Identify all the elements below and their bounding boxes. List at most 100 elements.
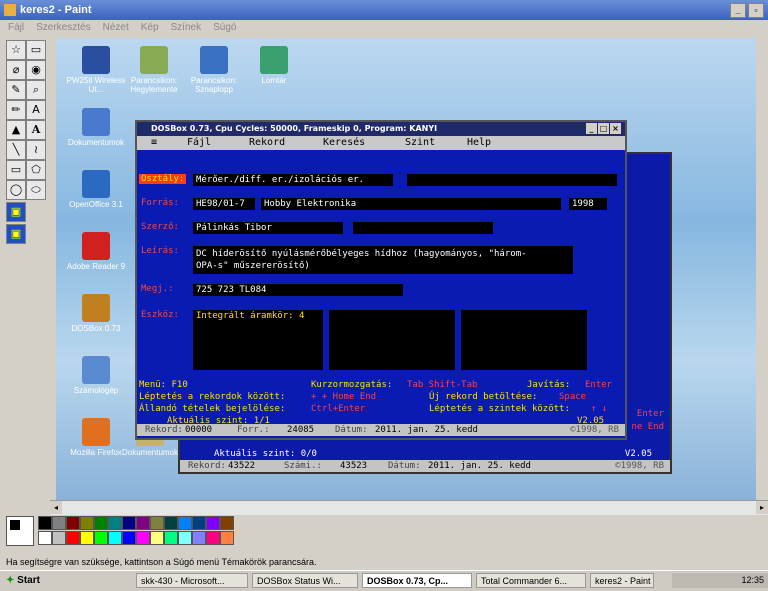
osztaly-field[interactable]: Mérőer./diff. er./izolációs er. [193,174,393,186]
eraser-tool-icon[interactable]: ⌀ [6,60,26,80]
palette-swatch[interactable] [206,516,220,530]
dosbox-menu-file[interactable]: Fájl [187,136,211,150]
task-paint[interactable]: keres2 - Paint [590,573,654,588]
palette-swatch[interactable] [66,516,80,530]
maximize-button[interactable]: ▫ [748,3,764,18]
dosbox-menu-record[interactable]: Rekord [249,136,285,150]
dosbox-menu-level[interactable]: Szint [405,136,435,150]
taskbar: ✦ Start skk-430 - Microsoft... DOSBox St… [0,570,768,591]
curve-tool-icon[interactable]: ≀ [26,140,46,160]
dosbox-maximize-button[interactable]: □ [598,123,609,134]
desktop-icon[interactable]: Parancsikon: Sznaplopp [180,46,248,94]
task-dosbox-status[interactable]: DOSBox Status Wi... [252,573,358,588]
desktop-icon[interactable]: Számológép [62,356,130,395]
task-dosbox[interactable]: DOSBox 0.73, Cp... [362,573,472,588]
palette-swatch[interactable] [136,516,150,530]
select-tool-icon[interactable]: ▭ [26,40,46,60]
rounded-rect-tool-icon[interactable]: ⬭ [26,180,46,200]
palette-swatch[interactable] [150,531,164,545]
leiras-field[interactable]: DC híderösítő nyúlásmérőbélyeges hídhoz … [193,246,573,274]
task-word[interactable]: skk-430 - Microsoft... [136,573,248,588]
palette-swatch[interactable] [66,531,80,545]
menu-colors[interactable]: Színek [171,20,202,36]
desktop-icon[interactable]: DOSBox 0.73 [62,294,130,333]
dosbox-menu-help[interactable]: Help [467,136,491,150]
palette-swatch[interactable] [178,531,192,545]
megj-field[interactable]: 725 723 TL084 [193,284,403,296]
scroll-right-arrow-icon[interactable]: ▸ [756,501,768,514]
dosbox-menu-system[interactable]: ≡ [151,136,157,150]
palette-swatch[interactable] [122,531,136,545]
ellipse-tool-icon[interactable]: ◯ [6,180,26,200]
dosbox-title-bar: DOSBox 0.73, Cpu Cycles: 50000, Frameski… [137,122,625,136]
eszkoz-field-3[interactable] [461,310,587,370]
year-field[interactable]: 1998 [569,198,607,210]
current-colors-box[interactable] [6,516,34,546]
palette-swatch[interactable] [38,531,52,545]
desktop-icon-label: Adobe Reader 9 [66,262,126,271]
szerzo-field[interactable]: Pálinkás Tibor [193,222,343,234]
paint-canvas[interactable]: PW25tl Wireless Ut... Parancsikon: Hegyle… [56,38,756,500]
palette-swatch[interactable] [52,516,66,530]
dosbox-menu-search[interactable]: Keresés [323,136,365,150]
forras-code-field[interactable]: HE98/01-7 [193,198,255,210]
desktop-icon[interactable]: Parancsikon: Hegylemente [120,46,188,94]
palette-swatch[interactable] [136,531,150,545]
desktop-icon[interactable]: Lomtár [240,46,308,85]
palette-swatch[interactable] [164,531,178,545]
forras-name-field[interactable]: Hobby Elektronika [261,198,561,210]
free-select-tool-icon[interactable]: ☆ [6,40,26,60]
brush-tool-icon[interactable]: A [26,100,46,120]
palette-swatch[interactable] [192,516,206,530]
airbrush-tool-icon[interactable]: ▲ [6,120,26,140]
menu-edit[interactable]: Szerkesztés [36,20,90,36]
palette-swatch[interactable] [94,516,108,530]
palette-swatch[interactable] [38,516,52,530]
palette-swatch[interactable] [122,516,136,530]
palette-swatch[interactable] [80,516,94,530]
palette-swatch[interactable] [206,531,220,545]
menu-image[interactable]: Kép [141,20,159,36]
magnifier-tool-icon[interactable]: ⌕ [26,80,46,100]
palette-swatch[interactable] [108,516,122,530]
palette-swatch[interactable] [52,531,66,545]
desktop-icon[interactable]: OpenOffice 3.1 [62,170,130,209]
transparent-option-icon[interactable]: ▣ [6,202,26,222]
palette-swatch[interactable] [94,531,108,545]
palette-swatch[interactable] [80,531,94,545]
palette-swatch[interactable] [164,516,178,530]
polygon-tool-icon[interactable]: ⬠ [26,160,46,180]
palette-swatch[interactable] [178,516,192,530]
palette-swatch[interactable] [220,516,234,530]
task-total-commander[interactable]: Total Commander 6... [476,573,586,588]
scroll-left-arrow-icon[interactable]: ◂ [50,501,62,514]
menu-help[interactable]: Súgó [213,20,236,36]
horizontal-scrollbar[interactable]: ◂ ▸ [50,500,768,515]
szerzo-extra-field[interactable] [353,222,493,234]
palette-swatch[interactable] [150,516,164,530]
megj-label: Megj.: [141,284,174,294]
fill-tool-icon[interactable]: ◉ [26,60,46,80]
eszkoz-field-2[interactable] [329,310,455,370]
palette-swatch[interactable] [192,531,206,545]
osztaly-extra-field[interactable] [407,174,617,186]
eszkoz-field-1[interactable]: Integrált áramkör: 4 [193,310,323,370]
palette-swatch[interactable] [220,531,234,545]
line-tool-icon[interactable]: ╲ [6,140,26,160]
minimize-button[interactable]: _ [730,3,746,18]
text-tool-icon[interactable]: A [26,120,46,140]
menu-bar: Fájl Szerkesztés Nézet Kép Színek Súgó [0,20,768,36]
dosbox-window[interactable]: DOSBox 0.73, Cpu Cycles: 50000, Frameski… [135,120,627,440]
palette-swatch[interactable] [108,531,122,545]
desktop-icon[interactable]: Dokumentumok [62,108,130,147]
start-button[interactable]: ✦ Start [2,573,44,588]
desktop-icon[interactable]: Adobe Reader 9 [62,232,130,271]
menu-view[interactable]: Nézet [103,20,129,36]
menu-file[interactable]: Fájl [8,20,24,36]
color-picker-tool-icon[interactable]: ✎ [6,80,26,100]
opaque-option-icon[interactable]: ▣ [6,224,26,244]
rectangle-tool-icon[interactable]: ▭ [6,160,26,180]
dosbox-minimize-button[interactable]: _ [586,123,597,134]
dosbox-close-button[interactable]: × [610,123,621,134]
pencil-tool-icon[interactable]: ✏ [6,100,26,120]
